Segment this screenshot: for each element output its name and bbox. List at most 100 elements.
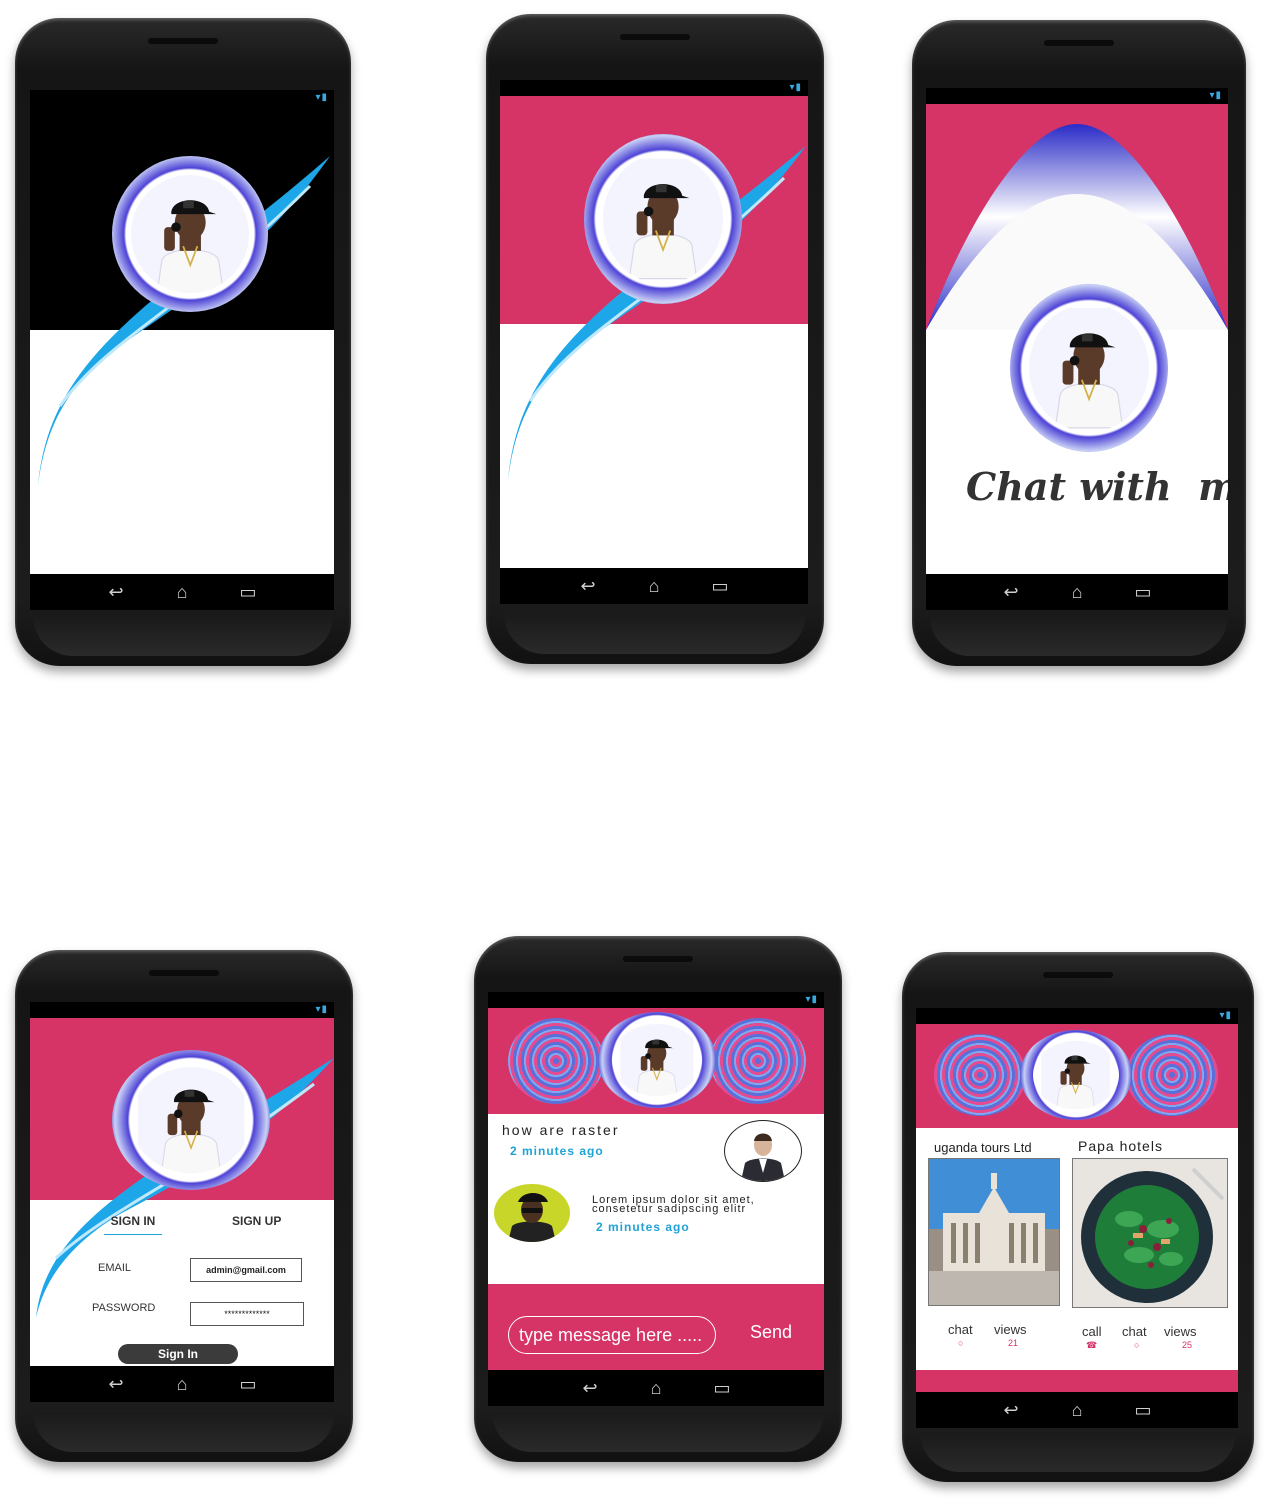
recent-apps-icon[interactable]: ▭ (1129, 583, 1157, 601)
message-text: how are raster (502, 1122, 620, 1138)
swirl-right-icon (1126, 1034, 1218, 1116)
back-icon[interactable]: ↩ (102, 1375, 130, 1393)
password-field[interactable]: ************* (190, 1302, 304, 1326)
contact-avatar[interactable] (494, 1184, 570, 1242)
status-bar: ▾▮ (30, 1002, 334, 1018)
recent-apps-icon[interactable]: ▭ (234, 583, 262, 601)
home-icon[interactable]: ⌂ (640, 577, 668, 595)
password-label: PASSWORD (92, 1302, 156, 1314)
wifi-battery-icon: ▾▮ (315, 1004, 328, 1015)
wifi-battery-icon: ▾▮ (789, 82, 802, 93)
sign-in-button[interactable]: Sign In (118, 1344, 238, 1364)
nav-bar: ↩ ⌂ ▭ (926, 574, 1228, 610)
message-time: 2 minutes ago (510, 1144, 604, 1158)
avatar-photo (612, 1023, 702, 1097)
home-icon[interactable]: ⌂ (168, 1375, 196, 1393)
home-icon[interactable]: ⌂ (642, 1379, 670, 1397)
screen: ▾▮ (916, 1008, 1238, 1428)
man-suit-photo (741, 1133, 785, 1181)
nav-bar: ↩ ⌂ ▭ (500, 568, 808, 604)
status-bar: ▾▮ (500, 80, 808, 96)
home-icon[interactable]: ⌂ (168, 583, 196, 601)
speaker-grille (148, 38, 218, 44)
views-label: views (994, 1322, 1027, 1337)
chat-bubble-icon[interactable]: ○ (1134, 1340, 1139, 1350)
avatar (112, 1050, 270, 1190)
email-label: EMAIL (98, 1262, 132, 1274)
back-icon[interactable]: ↩ (574, 577, 602, 595)
message-text: Lorem ipsum dolor sit amet, consetetur s… (592, 1194, 755, 1215)
nav-bar: ↩ ⌂ ▭ (30, 1366, 334, 1402)
chat-link[interactable]: chat (1122, 1324, 1147, 1339)
wifi-battery-icon: ▾▮ (1219, 1010, 1232, 1021)
screen: ▾▮ (30, 1002, 334, 1402)
card-image[interactable] (928, 1158, 1060, 1306)
recent-apps-icon[interactable]: ▭ (234, 1375, 262, 1393)
card-title[interactable]: Papa hotels (1078, 1138, 1163, 1154)
avatar (1020, 1030, 1132, 1120)
phone-splash-black: ▾▮ ↩ ⌂ ▭ (15, 18, 351, 666)
nav-bar: ↩ ⌂ ▭ (488, 1370, 824, 1406)
message-time: 2 minutes ago (596, 1220, 690, 1234)
status-bar: ▾▮ (916, 1008, 1238, 1024)
splash-content: Chat with me (926, 104, 1228, 574)
call-link[interactable]: call (1082, 1324, 1102, 1339)
screen: ▾▮ (30, 90, 334, 610)
phone-splash-pink: ▾▮ ↩ ⌂ ▭ (486, 14, 824, 664)
status-bar: ▾▮ (30, 90, 334, 106)
screen: ▾▮ (926, 88, 1228, 610)
phone-chat: ▾▮ how are raster 2 minutes ago Lorem ip… (474, 936, 842, 1462)
back-icon[interactable]: ↩ (102, 583, 130, 601)
phone-listings: ▾▮ uganda tours Ltd chat views ○ 21 Papa… (902, 952, 1254, 1482)
nav-bar: ↩ ⌂ ▭ (916, 1392, 1238, 1428)
recent-apps-icon[interactable]: ▭ (708, 1379, 736, 1397)
footer-pink (916, 1370, 1238, 1392)
phone-chin (504, 614, 806, 654)
speaker-grille (1043, 972, 1113, 978)
tab-sign-in[interactable]: SIGN IN (104, 1214, 162, 1235)
home-icon[interactable]: ⌂ (1063, 583, 1091, 601)
avatar-photo (602, 154, 724, 284)
back-icon[interactable]: ↩ (576, 1379, 604, 1397)
screen: ▾▮ (500, 80, 808, 604)
message-input[interactable]: type message here ..... (508, 1316, 716, 1354)
singer-photo (130, 174, 250, 294)
man-beret-photo (508, 1193, 556, 1242)
phone-icon[interactable]: ☎ (1086, 1340, 1097, 1351)
send-button[interactable]: Send (750, 1322, 792, 1343)
views-count: 25 (1182, 1340, 1193, 1350)
wifi-battery-icon: ▾▮ (315, 92, 328, 103)
screen: ▾▮ (488, 992, 824, 1406)
phone-chin (930, 616, 1228, 656)
back-icon[interactable]: ↩ (997, 1401, 1025, 1419)
phone-splash-chat: ▾▮ Chat with ↩ ⌂ ▭ (912, 20, 1246, 666)
swirl-right-icon (710, 1018, 806, 1104)
singer-photo (137, 1066, 245, 1174)
home-icon[interactable]: ⌂ (1063, 1401, 1091, 1419)
singer-photo (620, 1023, 694, 1097)
speaker-grille (623, 956, 693, 962)
swirl-left-icon (934, 1034, 1026, 1116)
contact-avatar[interactable] (724, 1120, 802, 1182)
chat-bubble-icon[interactable]: ○ (958, 1338, 963, 1348)
avatar-photo (1033, 1040, 1119, 1110)
card-image[interactable] (1072, 1158, 1228, 1308)
tagline: Chat with me (966, 464, 1228, 509)
avatar (584, 134, 742, 304)
back-icon[interactable]: ↩ (997, 583, 1025, 601)
chat-link[interactable]: chat (948, 1322, 973, 1337)
singer-photo (602, 158, 724, 280)
wifi-battery-icon: ▾▮ (805, 994, 818, 1005)
splash-content (500, 96, 808, 568)
tab-sign-up[interactable]: SIGN UP (232, 1214, 281, 1228)
nav-bar: ↩ ⌂ ▭ (30, 574, 334, 610)
phone-chin (920, 1432, 1236, 1472)
card-title[interactable]: uganda tours Ltd (934, 1140, 1032, 1155)
email-field[interactable]: admin@gmail.com (190, 1258, 302, 1282)
recent-apps-icon[interactable]: ▭ (1129, 1401, 1157, 1419)
phone-chin (33, 1412, 335, 1452)
recent-apps-icon[interactable]: ▭ (706, 577, 734, 595)
phone-chin (492, 1412, 824, 1452)
views-label: views (1164, 1324, 1197, 1339)
avatar-photo (1028, 304, 1150, 432)
